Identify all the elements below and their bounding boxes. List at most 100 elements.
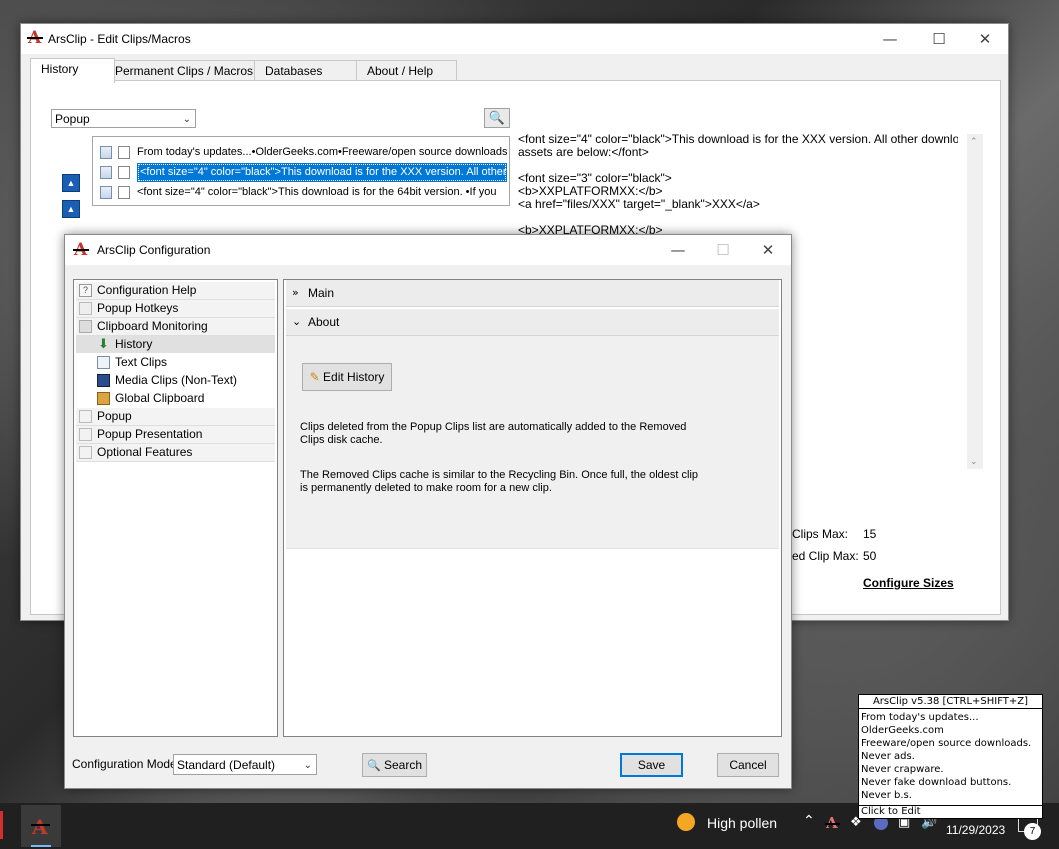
config-title: ArsClip Configuration: [97, 243, 211, 257]
about-paragraph-1: Clips deleted from the Popup Clips list …: [300, 421, 687, 446]
section-main-header[interactable]: » Main: [286, 280, 779, 307]
help-icon: ?: [79, 284, 92, 297]
tree-item-popup-hotkeys[interactable]: Popup Hotkeys: [76, 300, 275, 318]
pencil-icon: ✎: [309, 370, 320, 384]
tree-item-popup[interactable]: Popup: [76, 408, 275, 426]
preview-scrollbar[interactable]: ⌃ ⌄: [967, 134, 983, 469]
mode-combo-value: Popup: [55, 112, 90, 126]
config-mode-label: Configuration Mode: [72, 757, 177, 771]
config-titlebar[interactable]: A ArsClip Configuration — ☐ ✕: [65, 235, 791, 265]
move-up-icon[interactable]: ▲: [62, 174, 80, 192]
arsclip-logo-icon: A: [26, 28, 44, 48]
tree-item-history[interactable]: ⬇ History: [76, 336, 275, 353]
arsclip-logo-icon: A: [72, 240, 90, 260]
clip-icon: [100, 186, 112, 199]
weather-sun-icon[interactable]: [677, 813, 695, 831]
search-button[interactable]: 🔍 Search: [362, 753, 427, 777]
cancel-button[interactable]: Cancel: [717, 753, 779, 777]
minimize-icon[interactable]: —: [877, 30, 903, 48]
clips-max-value: 15: [863, 527, 877, 541]
minimize-icon[interactable]: —: [665, 241, 691, 259]
clip-text: <font size="4" color="black">This downlo…: [137, 163, 507, 182]
taskbar-edge-indicator: [0, 811, 3, 839]
text-doc-icon: [118, 186, 130, 199]
clock-date[interactable]: 11/29/2023: [946, 823, 1005, 837]
keyboard-icon: [79, 302, 92, 315]
tree-item-global-clipboard[interactable]: Global Clipboard: [76, 390, 275, 407]
clipboard-icon: [79, 320, 92, 333]
move-top-icon[interactable]: ▲: [62, 200, 80, 218]
clip-list[interactable]: From today's updates...•OlderGeeks.com•F…: [92, 136, 510, 206]
scroll-down-icon[interactable]: ⌄: [970, 456, 978, 467]
mode-combo[interactable]: Popup ⌄: [51, 109, 196, 128]
clip-preview[interactable]: <font size="4" color="black">This downlo…: [518, 133, 958, 243]
presentation-icon: [79, 428, 92, 441]
clip-text: From today's updates...•OlderGeeks.com•F…: [137, 146, 507, 158]
clip-icon: [100, 166, 112, 179]
popup-line[interactable]: Never fake download buttons.: [861, 776, 1011, 789]
global-clipboard-icon: [97, 392, 110, 405]
edit-history-button[interactable]: ✎ Edit History: [302, 363, 392, 391]
popup-line[interactable]: Never b.s.: [861, 789, 912, 802]
clips-max-label: Clips Max:: [792, 527, 849, 541]
tray-arsclip-icon[interactable]: A: [825, 814, 840, 832]
tree-item-text-clips[interactable]: Text Clips: [76, 354, 275, 371]
about-paragraph-2: The Removed Clips cache is similar to th…: [300, 469, 699, 494]
arsclip-logo-icon: A: [31, 815, 50, 839]
popup-line[interactable]: Freeware/open source downloads.: [861, 737, 1031, 750]
tree-item-popup-presentation[interactable]: Popup Presentation: [76, 426, 275, 444]
close-icon[interactable]: ✕: [972, 30, 998, 48]
section-about-header[interactable]: ⌄ About: [286, 309, 779, 336]
taskbar-arsclip-button[interactable]: A: [21, 805, 61, 847]
weather-text[interactable]: High pollen: [707, 815, 777, 831]
edit-window-title: ArsClip - Edit Clips/Macros: [48, 32, 191, 46]
configure-sizes-link[interactable]: Configure Sizes: [863, 576, 954, 590]
tray-expand-icon[interactable]: ⌃: [803, 813, 815, 829]
edit-window-titlebar[interactable]: A ArsClip - Edit Clips/Macros — ☐ ✕: [21, 24, 1008, 54]
list-item[interactable]: <font size="4" color="black">This downlo…: [93, 183, 507, 202]
chevron-down-icon: ⌄: [182, 114, 191, 125]
text-doc-icon: [118, 146, 130, 159]
active-indicator: [31, 845, 51, 847]
clip-text: <font size="4" color="black">This downlo…: [137, 186, 497, 198]
popup-line[interactable]: OlderGeeks.com: [861, 724, 944, 737]
config-tree[interactable]: ? Configuration Help Popup Hotkeys Clipb…: [73, 279, 278, 737]
text-doc-icon: [118, 166, 130, 179]
download-icon: ⬇: [98, 336, 109, 351]
config-mode-value: Standard (Default): [177, 758, 276, 772]
popup-line[interactable]: Never crapware.: [861, 763, 944, 776]
popup-header: ArsClip v5.38 [CTRL+SHIFT+Z]: [859, 695, 1042, 709]
config-dialog: A ArsClip Configuration — ☐ ✕ ? Configur…: [64, 234, 792, 789]
popup-line[interactable]: Never ads.: [861, 750, 915, 763]
removed-clip-max-value: 50: [863, 549, 877, 563]
expand-icon: »: [292, 286, 299, 299]
tab-databases[interactable]: Databases: [254, 60, 366, 81]
search-icon: 🔍: [366, 760, 381, 772]
chevron-down-icon: ⌄: [303, 760, 312, 771]
collapse-icon: ⌄: [292, 315, 302, 328]
find-button[interactable]: 🔍: [484, 108, 510, 128]
popup-line[interactable]: From today's updates...: [861, 711, 979, 724]
text-doc-icon: [97, 356, 110, 369]
config-mode-combo[interactable]: Standard (Default) ⌄: [173, 754, 317, 775]
about-section-body: ✎ Edit History Clips deleted from the Po…: [286, 336, 779, 549]
tree-item-clipboard-monitoring[interactable]: Clipboard Monitoring: [76, 318, 275, 336]
tab-permanent-clips[interactable]: Permanent Clips / Macros: [104, 60, 260, 81]
magnifier-icon: 🔍: [488, 110, 506, 125]
tree-item-configuration-help[interactable]: ? Configuration Help: [76, 282, 275, 300]
list-item-selected[interactable]: <font size="4" color="black">This downlo…: [93, 163, 507, 182]
tree-item-media-clips[interactable]: Media Clips (Non-Text): [76, 372, 275, 389]
scroll-up-icon[interactable]: ⌃: [970, 136, 978, 147]
film-icon: [97, 374, 110, 387]
clip-icon: [100, 146, 112, 159]
tab-history[interactable]: History: [30, 58, 115, 83]
tab-about-help[interactable]: About / Help: [356, 60, 457, 81]
save-button[interactable]: Save: [620, 753, 683, 777]
popup-click-to-edit[interactable]: Click to Edit: [859, 805, 1042, 818]
maximize-icon[interactable]: ☐: [926, 30, 952, 48]
arsclip-popup[interactable]: ArsClip v5.38 [CTRL+SHIFT+Z] From today'…: [858, 694, 1043, 819]
list-item[interactable]: From today's updates...•OlderGeeks.com•F…: [93, 143, 507, 162]
config-accordion: » Main ⌄ About ✎ Edit History Clips dele…: [283, 279, 782, 737]
tree-item-optional-features[interactable]: Optional Features: [76, 444, 275, 462]
close-icon[interactable]: ✕: [755, 241, 781, 259]
